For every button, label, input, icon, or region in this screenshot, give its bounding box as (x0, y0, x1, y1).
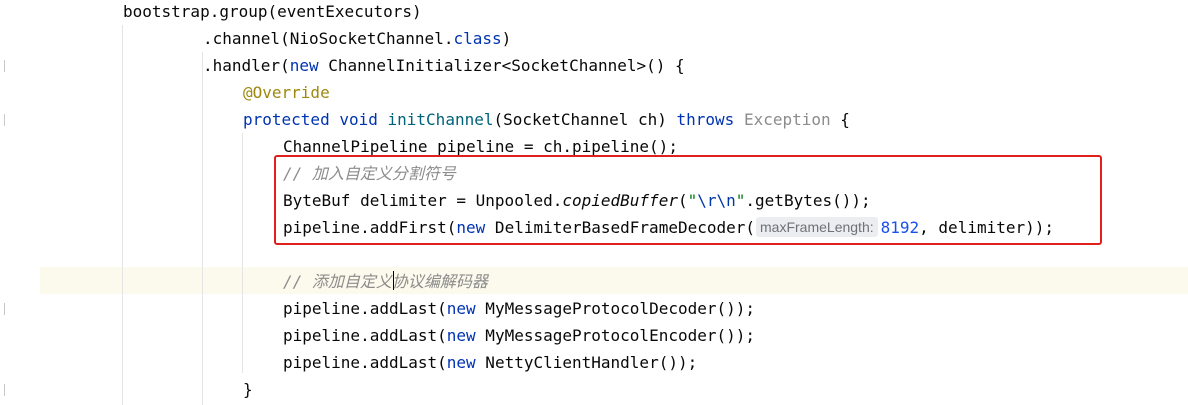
fold-marker-icon[interactable] (0, 114, 5, 126)
code-line-1[interactable]: bootstrap.group(eventExecutors) (123, 0, 422, 25)
code-line-14[interactable]: } (243, 376, 253, 403)
indent-guide (202, 52, 203, 405)
indent-guide (242, 133, 243, 373)
code-line-13[interactable]: pipeline.addLast(new NettyClientHandler(… (283, 349, 697, 376)
code-line-5[interactable]: protected void initChannel(SocketChannel… (243, 106, 850, 133)
code-line-4[interactable]: @Override (243, 79, 330, 106)
editor-gutter[interactable] (0, 0, 40, 405)
fold-marker-icon[interactable] (0, 384, 5, 396)
text-cursor (393, 271, 394, 290)
code-line-10[interactable]: // 添加自定义协议编解码器 (283, 268, 488, 295)
current-line-highlight (40, 267, 1188, 294)
fold-marker-icon[interactable] (0, 303, 5, 315)
code-line-3[interactable]: .handler(new ChannelInitializer<SocketCh… (203, 52, 685, 79)
code-line-2[interactable]: .channel(NioSocketChannel.class) (203, 25, 511, 52)
fold-marker-icon[interactable] (0, 60, 5, 72)
code-line-12[interactable]: pipeline.addLast(new MyMessageProtocolEn… (283, 322, 755, 349)
code-line-11[interactable]: pipeline.addLast(new MyMessageProtocolDe… (283, 295, 755, 322)
red-annotation-box (274, 155, 1102, 245)
indent-guide (122, 25, 123, 405)
